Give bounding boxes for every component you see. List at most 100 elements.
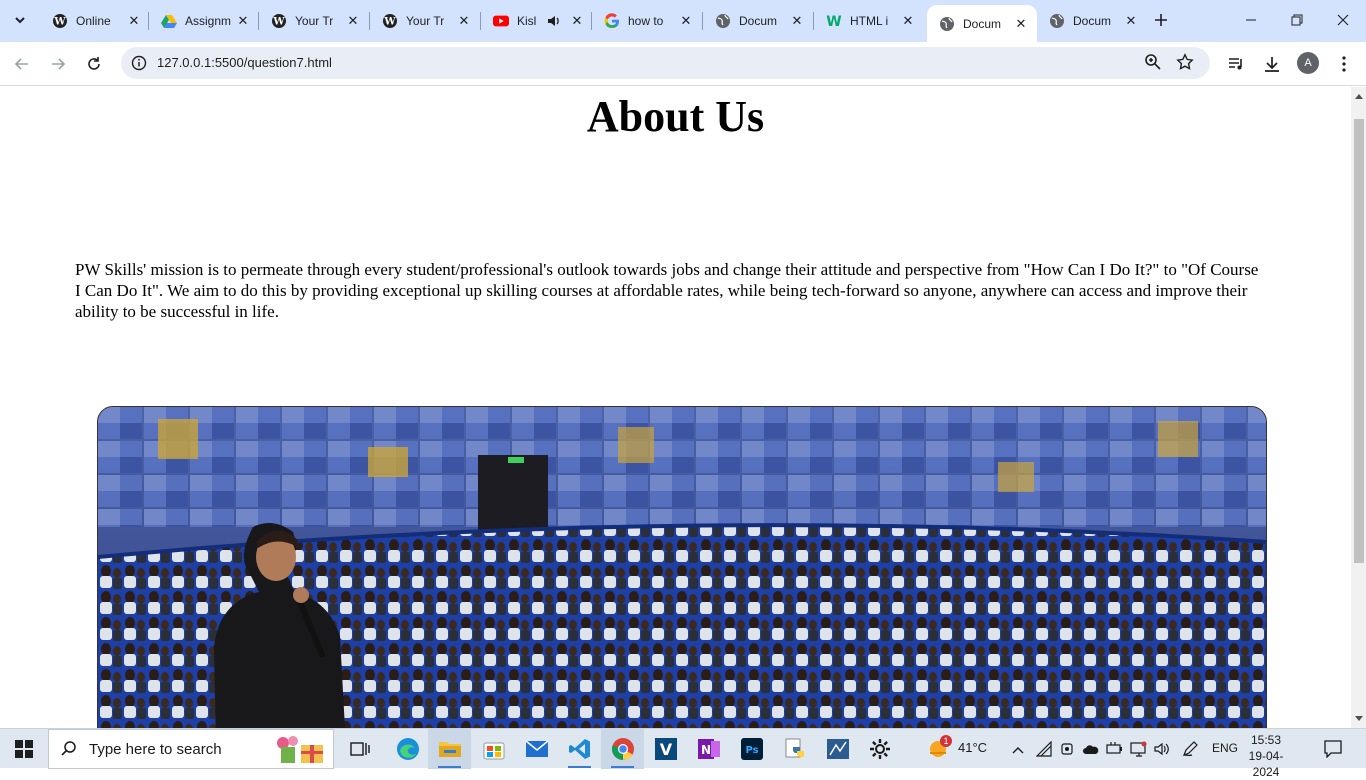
downloads-button[interactable]: [1259, 51, 1285, 77]
clock-time: 15:53: [1250, 733, 1282, 747]
close-icon[interactable]: ✕: [789, 13, 805, 29]
google-drive-icon: [161, 13, 177, 29]
taskbar-mail[interactable]: [515, 729, 558, 769]
tab-title: Assignm: [185, 14, 232, 28]
taskbar-v-app[interactable]: V: [644, 729, 687, 769]
battery-plug-icon[interactable]: [1106, 741, 1124, 762]
browser-menu-button[interactable]: [1331, 51, 1357, 77]
taskbar-network-app[interactable]: [816, 729, 859, 769]
tab-your-tr-2[interactable]: W Your Tr ✕: [370, 6, 480, 36]
address-bar[interactable]: 127.0.0.1:5500/question7.html: [121, 47, 1210, 79]
chevron-down-icon: [15, 17, 25, 24]
tab-title: Kisl: [517, 14, 537, 28]
taskbar-chrome[interactable]: [601, 729, 644, 769]
globe-icon: [939, 16, 955, 32]
weather-alert-badge: 1: [940, 735, 952, 747]
caret-up-icon: [1354, 94, 1363, 99]
wordpress-icon: W: [271, 13, 287, 29]
weather-temperature: 41°C: [958, 740, 988, 755]
vscode-icon: [568, 739, 590, 759]
close-icon[interactable]: ✕: [345, 13, 361, 29]
restore-icon: [1291, 14, 1303, 26]
tab-document-active[interactable]: Docum ✕: [927, 5, 1037, 42]
taskbar-vscode[interactable]: [558, 729, 601, 769]
taskbar-onenote[interactable]: N: [687, 729, 730, 769]
minimize-icon: [1246, 19, 1256, 21]
task-view-button[interactable]: [338, 729, 381, 769]
tab-online[interactable]: W Online ✕: [40, 6, 150, 36]
close-icon[interactable]: ✕: [1123, 13, 1139, 29]
folder-icon: [438, 742, 461, 757]
start-button[interactable]: [0, 729, 48, 769]
taskbar-edge[interactable]: [386, 729, 429, 769]
onenote-icon: N: [697, 739, 720, 759]
scroll-down-button[interactable]: [1351, 712, 1366, 726]
input-language[interactable]: ENG: [1212, 741, 1238, 755]
close-icon[interactable]: ✕: [678, 13, 694, 29]
network-graph-icon: [826, 739, 849, 759]
tab-title: HTML i: [850, 14, 889, 28]
minimize-button[interactable]: [1228, 0, 1274, 40]
close-icon[interactable]: ✕: [235, 13, 251, 29]
task-view-icon: [349, 742, 370, 756]
google-icon: [604, 13, 620, 29]
tab-document-3[interactable]: Docum ✕: [1037, 6, 1147, 36]
taskbar-file-explorer[interactable]: [428, 729, 471, 769]
tab-w3schools[interactable]: W HTML i ✕: [814, 6, 924, 36]
close-icon[interactable]: ✕: [571, 13, 583, 29]
taskbar-store[interactable]: [472, 729, 515, 769]
taskbar-search-box[interactable]: Type here to search: [48, 729, 334, 769]
tab-title: Docum: [739, 14, 778, 28]
scroll-up-button[interactable]: [1351, 89, 1366, 103]
zoom-icon[interactable]: [1144, 53, 1164, 73]
tab-search-button[interactable]: [6, 6, 34, 34]
show-hidden-icons-chevron-icon[interactable]: [1012, 742, 1024, 760]
new-tab-button[interactable]: [1149, 8, 1173, 32]
reload-button[interactable]: [80, 50, 108, 78]
taskbar-python-docs[interactable]: [773, 729, 816, 769]
back-button[interactable]: [8, 50, 36, 78]
gear-icon: [869, 739, 890, 759]
pen-icon[interactable]: [1182, 741, 1200, 762]
plus-icon: [1155, 14, 1167, 26]
close-window-button[interactable]: [1320, 0, 1366, 40]
tab-document-1[interactable]: Docum ✕: [703, 6, 813, 36]
scroll-thumb[interactable]: [1354, 119, 1364, 563]
speaker-icon[interactable]: [547, 14, 561, 28]
close-icon[interactable]: ✕: [900, 13, 916, 29]
tab-your-tr-1[interactable]: W Your Tr ✕: [259, 6, 369, 36]
system-clock[interactable]: 15:53 19-04-2024: [1236, 732, 1296, 780]
caret-down-icon: [1354, 716, 1363, 721]
reload-icon: [88, 57, 100, 70]
flowers-gift-icon: [271, 735, 327, 770]
onedrive-icon[interactable]: [1082, 742, 1100, 761]
close-icon[interactable]: ✕: [1013, 16, 1029, 32]
tab-google-search[interactable]: how to ✕: [592, 6, 702, 36]
profile-avatar[interactable]: A: [1297, 52, 1319, 74]
restore-button[interactable]: [1274, 0, 1320, 40]
close-icon[interactable]: ✕: [456, 13, 472, 29]
meet-now-icon[interactable]: [1060, 741, 1076, 762]
notifications-icon[interactable]: [1324, 740, 1342, 763]
mission-paragraph: PW Skills' mission is to permeate throug…: [75, 260, 1259, 321]
windows-logo-icon: [15, 740, 33, 758]
bookmark-star-icon[interactable]: [1176, 53, 1196, 73]
close-icon[interactable]: ✕: [126, 13, 142, 29]
volume-icon[interactable]: [1154, 741, 1170, 762]
v-app-icon: V: [654, 738, 677, 760]
wifi-icon[interactable]: [1035, 740, 1052, 762]
globe-icon: [715, 13, 731, 29]
media-controls-button[interactable]: [1223, 51, 1249, 77]
weather-widget[interactable]: 1 41°C: [922, 729, 992, 769]
svg-text:W: W: [383, 17, 396, 28]
site-info-icon[interactable]: [129, 53, 149, 73]
tab-assignment[interactable]: Assignm ✕: [149, 6, 259, 36]
taskbar-photoshop[interactable]: Ps: [730, 729, 773, 769]
tab-youtube[interactable]: Kisl ✕: [481, 6, 591, 36]
taskbar-settings[interactable]: [858, 729, 901, 769]
w3schools-icon: W: [826, 13, 842, 29]
address-text[interactable]: 127.0.0.1:5500/question7.html: [157, 55, 332, 70]
forward-button[interactable]: [44, 50, 72, 78]
display-icon[interactable]: [1130, 741, 1148, 762]
page-scrollbar[interactable]: [1351, 87, 1366, 728]
